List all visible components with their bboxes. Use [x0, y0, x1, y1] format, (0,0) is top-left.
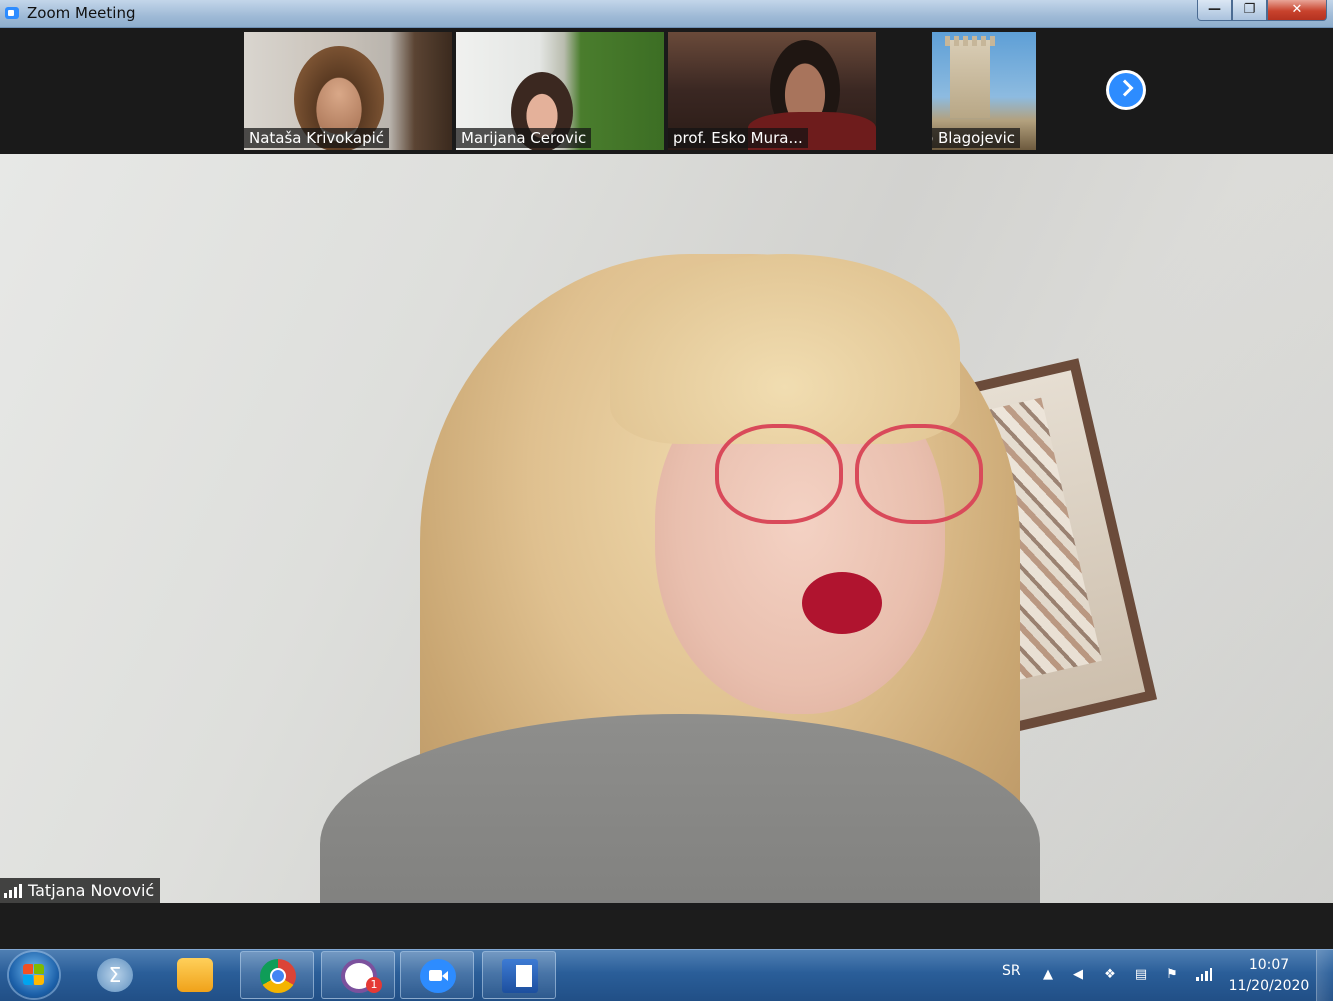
participant-thumbnail[interactable]: Darko Blagojevic	[932, 32, 1036, 150]
zoom-camera-lens-glyph	[442, 971, 448, 981]
participant-thumbnail[interactable]: Nataša Krivokapić	[244, 32, 452, 150]
network-signal-bars	[1196, 967, 1212, 981]
sigma-icon: Σ	[97, 958, 133, 992]
zoom-camera-glyph	[429, 970, 442, 981]
active-speaker-label: Tatjana Novović	[0, 878, 161, 903]
participant-name: Nataša Krivokapić	[244, 128, 390, 148]
outlook-icon	[177, 958, 213, 992]
start-button[interactable]	[9, 952, 59, 998]
active-speaker-name: Tatjana Novović	[28, 881, 155, 900]
zoom-icon	[420, 959, 456, 993]
chrome-icon	[260, 959, 296, 993]
window-titlebar[interactable]: Zoom Meeting — ❐ ✕	[0, 0, 1333, 28]
participant-name: Darko Blagojevic	[932, 128, 1021, 148]
windows-logo-icon	[23, 964, 45, 986]
notification-badge: 1	[366, 977, 382, 993]
window-controls: — ❐ ✕	[1197, 0, 1327, 22]
participant-name: Marijana Cerovic	[456, 128, 592, 148]
show-hidden-icons-arrow-icon[interactable]: ▲	[1040, 967, 1056, 983]
chrome-icon-center	[270, 968, 286, 984]
participant-profile-picture-detail	[945, 36, 995, 46]
clipboard-icon[interactable]: ▤	[1133, 967, 1149, 983]
participant-profile-picture	[950, 40, 990, 118]
input-language-indicator[interactable]: SR	[1002, 963, 1021, 979]
word-page-glyph	[516, 965, 532, 987]
participant-thumbnail-strip: Nataša Krivokapić Marijana Cerovic prof.…	[0, 28, 1333, 153]
flag-segment-red	[23, 964, 33, 974]
clock-date: 11/20/2020	[1228, 978, 1310, 994]
participant-thumbnail[interactable]: Marijana Cerovic	[456, 32, 664, 150]
taskbar-app-word[interactable]	[482, 951, 556, 999]
show-desktop-button[interactable]	[1316, 950, 1333, 1001]
word-icon	[502, 959, 538, 993]
flag-segment-green	[34, 964, 44, 974]
glasses-right-lens	[855, 424, 983, 524]
zoom-app-icon	[5, 7, 19, 19]
taskbar-app-zoom[interactable]	[400, 951, 474, 999]
clock-time: 10:07	[1248, 957, 1290, 973]
dropbox-icon[interactable]: ❖	[1102, 967, 1118, 983]
taskbar-app-outlook[interactable]	[158, 951, 232, 999]
network-signal-icon[interactable]	[1196, 967, 1212, 983]
taskbar-app-viber[interactable]: 1	[321, 951, 395, 999]
minimize-button[interactable]: —	[1197, 0, 1232, 21]
windows-taskbar: Σ 1 SR ▲ ◀ ❖ ▤ ⚑ 10:07 11/20/2020	[0, 949, 1333, 1001]
window-title: Zoom Meeting	[27, 4, 136, 22]
meeting-bottom-band	[0, 903, 1333, 949]
chevron-right-icon	[1116, 79, 1134, 97]
participant-thumbnail[interactable]: prof. Esko Mura...	[668, 32, 876, 150]
glasses-left-lens	[715, 424, 843, 524]
speaker-bangs	[610, 254, 960, 444]
connection-signal-icon	[4, 883, 22, 898]
taskbar-app-chrome[interactable]	[240, 951, 314, 999]
close-button[interactable]: ✕	[1267, 0, 1327, 21]
next-page-button[interactable]	[1106, 70, 1146, 110]
speaker-mouth	[802, 572, 882, 634]
active-speaker-video: Tatjana Novović	[0, 154, 1333, 903]
restore-button[interactable]: ❐	[1232, 0, 1267, 21]
flag-segment-yellow	[34, 975, 44, 985]
speaker-volume-icon[interactable]: ◀	[1070, 967, 1086, 983]
action-center-flag-icon[interactable]: ⚑	[1164, 967, 1180, 983]
taskbar-app-sigma[interactable]: Σ	[78, 951, 152, 999]
system-clock[interactable]: 10:07 11/20/2020	[1228, 955, 1310, 997]
participant-name: prof. Esko Mura...	[668, 128, 808, 148]
flag-segment-blue	[23, 975, 33, 985]
